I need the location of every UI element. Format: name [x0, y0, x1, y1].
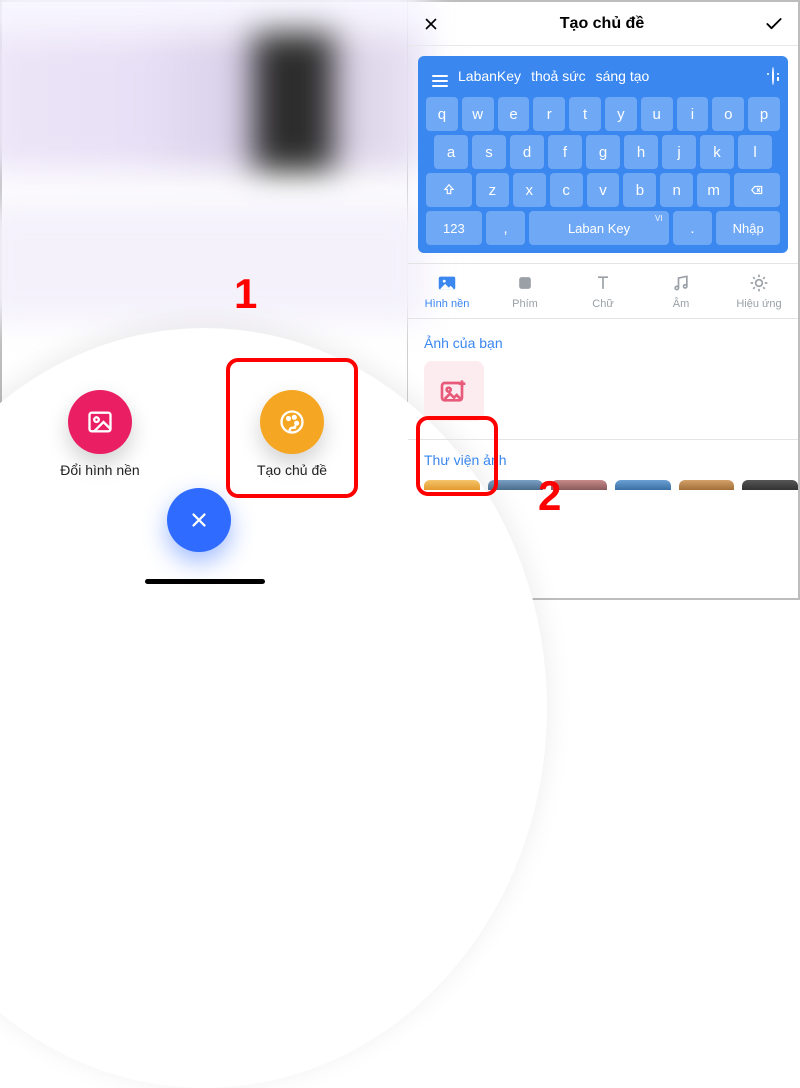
annotation-step-2: 2: [538, 472, 561, 520]
tab-label: Chữ: [592, 298, 613, 310]
suggestion-word[interactable]: LabanKey: [458, 68, 521, 84]
key-square-icon: [515, 272, 535, 294]
keyboard-row-1: q w e r t y u i o p: [426, 97, 780, 131]
section-your-photos-title: Ảnh của bạn: [408, 319, 798, 361]
key-y[interactable]: y: [605, 97, 637, 131]
left-screenshot: 1 Đổi hình nền Tạo chủ đề: [2, 2, 408, 598]
key-n[interactable]: n: [660, 173, 693, 207]
editor-title: Tạo chủ đề: [560, 15, 644, 33]
keyboard-preview: LabanKey thoả sức sáng tạo q w e r t y u…: [408, 46, 798, 255]
key-p[interactable]: p: [748, 97, 780, 131]
key-d[interactable]: d: [510, 135, 544, 169]
keyboard-suggestion-bar: LabanKey thoả sức sáng tạo: [426, 64, 780, 93]
tab-label: Phím: [512, 298, 538, 310]
key-comma[interactable]: ,: [486, 211, 526, 245]
key-enter[interactable]: Nhập: [716, 211, 780, 245]
editor-header: Tạo chủ đề: [408, 2, 798, 46]
tab-chu[interactable]: Chữ: [564, 264, 642, 318]
key-c[interactable]: c: [550, 173, 583, 207]
tab-phim[interactable]: Phím: [486, 264, 564, 318]
key-h[interactable]: h: [624, 135, 658, 169]
key-a[interactable]: a: [434, 135, 468, 169]
key-period[interactable]: .: [673, 211, 713, 245]
close-fab-button[interactable]: [167, 488, 231, 552]
right-screenshot: Tạo chủ đề LabanKey thoả sức sáng tạo q …: [408, 2, 798, 598]
sparkle-icon: [749, 272, 769, 294]
key-x[interactable]: x: [513, 173, 546, 207]
confirm-button[interactable]: [764, 14, 784, 34]
add-photo-button[interactable]: [424, 361, 484, 421]
key-u[interactable]: u: [641, 97, 673, 131]
close-icon: [188, 509, 210, 531]
key-g[interactable]: g: [586, 135, 620, 169]
tab-label: Hình nền: [425, 298, 470, 310]
emoji-icon[interactable]: [772, 68, 774, 84]
key-f[interactable]: f: [548, 135, 582, 169]
tab-am[interactable]: Âm: [642, 264, 720, 318]
home-indicator: [145, 579, 265, 584]
key-numbers[interactable]: 123: [426, 211, 482, 245]
keyboard-row-3: z x c v b n m: [426, 173, 780, 207]
tab-hinh-nen[interactable]: Hình nền: [408, 264, 486, 318]
key-o[interactable]: o: [712, 97, 744, 131]
keyboard-row-2: a s d f g h j k l: [426, 135, 780, 169]
change-background-label: Đổi hình nền: [30, 462, 170, 478]
text-icon: [593, 272, 613, 294]
music-note-icon: [671, 272, 691, 294]
suggestion-word[interactable]: sáng tạo: [596, 68, 650, 84]
tab-hieu-ung[interactable]: Hiệu ứng: [720, 264, 798, 318]
image-icon: [86, 408, 114, 436]
tab-label: Âm: [673, 298, 690, 310]
library-thumb[interactable]: [742, 480, 798, 490]
key-t[interactable]: t: [569, 97, 601, 131]
library-thumb[interactable]: [679, 480, 735, 490]
library-thumb[interactable]: [615, 480, 671, 490]
add-image-icon: [438, 375, 470, 407]
change-background-button[interactable]: [68, 390, 132, 454]
key-i[interactable]: i: [677, 97, 709, 131]
annotation-highlight-1: [226, 358, 358, 498]
key-k[interactable]: k: [700, 135, 734, 169]
key-q[interactable]: q: [426, 97, 458, 131]
lang-badge: VI: [655, 214, 663, 223]
key-v[interactable]: v: [587, 173, 620, 207]
key-space[interactable]: Laban Key VI: [529, 211, 668, 245]
suggestion-word[interactable]: thoả sức: [531, 68, 586, 84]
key-backspace[interactable]: [734, 173, 780, 207]
close-button[interactable]: [422, 15, 440, 33]
key-s[interactable]: s: [472, 135, 506, 169]
keyboard-row-4: 123 , Laban Key VI . Nhập: [426, 211, 780, 245]
key-shift[interactable]: [426, 173, 472, 207]
key-l[interactable]: l: [738, 135, 772, 169]
tab-label: Hiệu ứng: [736, 298, 781, 310]
annotation-step-1: 1: [234, 270, 257, 318]
menu-icon[interactable]: [432, 64, 448, 87]
key-j[interactable]: j: [662, 135, 696, 169]
key-w[interactable]: w: [462, 97, 494, 131]
annotation-highlight-2: [416, 416, 498, 496]
space-label: Laban Key: [568, 221, 630, 236]
key-z[interactable]: z: [476, 173, 509, 207]
key-e[interactable]: e: [498, 97, 530, 131]
key-r[interactable]: r: [533, 97, 565, 131]
key-b[interactable]: b: [623, 173, 656, 207]
editor-toolbar: Hình nền Phím Chữ Âm Hiệu ứng: [408, 263, 798, 319]
key-m[interactable]: m: [697, 173, 730, 207]
image-icon: [436, 272, 458, 294]
